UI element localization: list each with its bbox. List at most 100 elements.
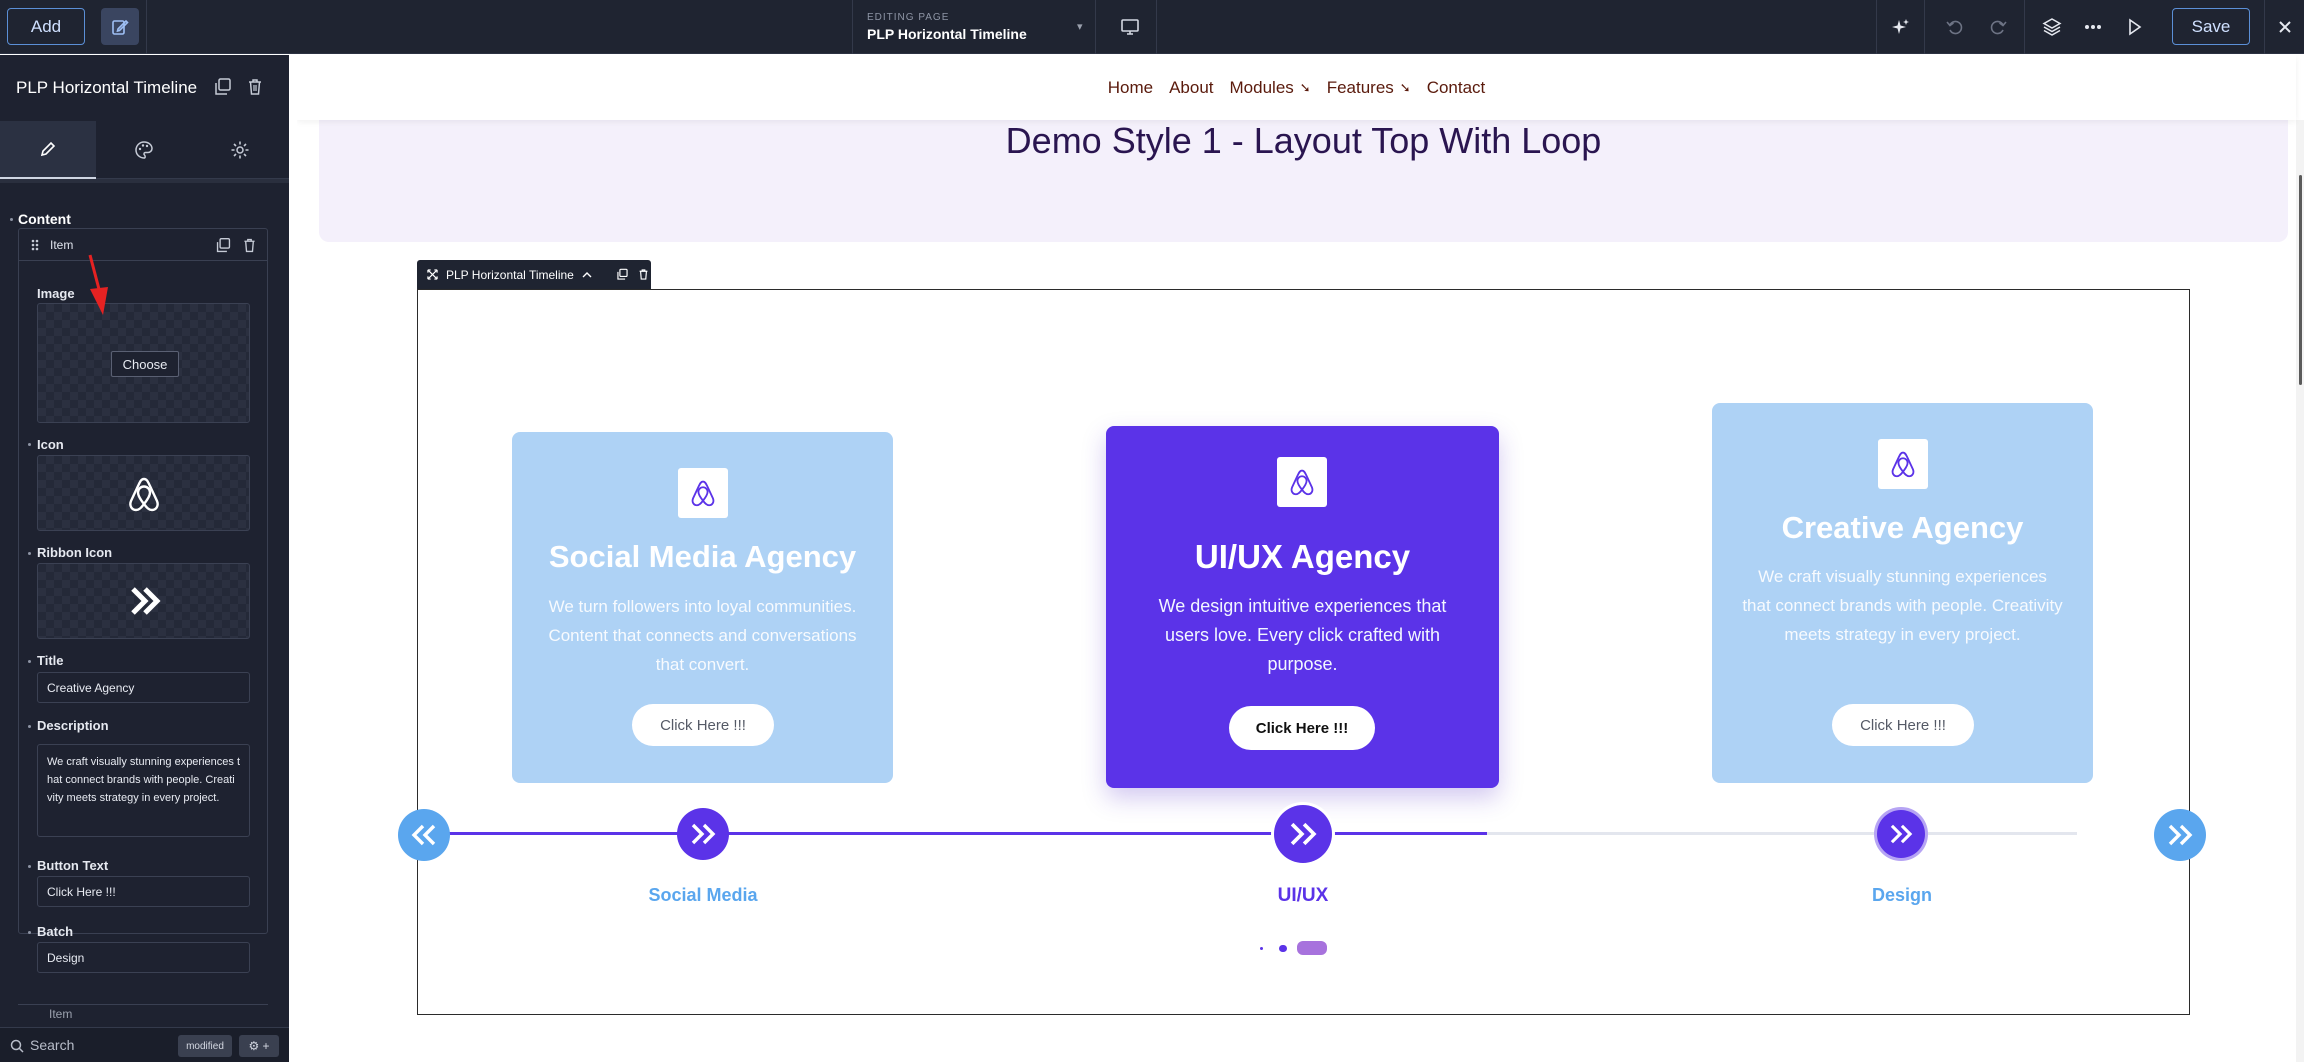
nav-home[interactable]: Home — [1108, 78, 1153, 98]
properties-panel: PLP Horizontal Timeline Content Item Ima… — [0, 55, 289, 1062]
nav-about[interactable]: About — [1169, 78, 1213, 98]
toolbar-divider — [1876, 0, 1877, 54]
card-icon-box — [678, 468, 728, 518]
pager-dot[interactable] — [1279, 945, 1287, 952]
save-button[interactable]: Save — [2172, 8, 2250, 45]
top-toolbar: Add EDITING PAGE PLP Horizontal Timeline… — [0, 0, 2304, 54]
nav-features[interactable]: Features ➘ — [1327, 78, 1411, 98]
duplicate-icon[interactable] — [616, 268, 629, 281]
button-text-field-label: Button Text — [37, 858, 109, 873]
nav-label: Contact — [1426, 77, 1486, 97]
nav-modules[interactable]: Modules ➘ — [1230, 78, 1311, 98]
card-description: We design intuitive experiences that use… — [1158, 596, 1447, 674]
desktop-icon[interactable] — [1117, 14, 1143, 40]
card-description: We turn followers into loyal communities… — [548, 597, 857, 674]
double-chevron-right-icon — [1890, 824, 1913, 844]
editing-caption: EDITING PAGE — [867, 12, 950, 23]
pager-dot-active[interactable] — [1297, 941, 1327, 955]
item-header[interactable]: Item — [19, 229, 267, 261]
modified-badge[interactable]: modified — [178, 1035, 232, 1057]
button-text-input[interactable]: Click Here !!! — [37, 876, 250, 907]
move-icon[interactable] — [427, 269, 438, 280]
nav-contact[interactable]: Contact — [1427, 78, 1486, 98]
icon-field-label: Icon — [37, 437, 64, 452]
content-section-label: Content — [18, 211, 71, 227]
choose-image-button[interactable]: Choose — [111, 351, 179, 377]
panel-footer: Search modified ⚙ + — [0, 1027, 289, 1062]
image-picker[interactable]: Choose — [37, 303, 250, 423]
image-field-label: Image — [37, 286, 75, 301]
edit-mode-button[interactable] — [101, 8, 139, 45]
chevron-down-icon[interactable]: ▾ — [1077, 20, 1083, 33]
batch-field-label: Batch — [37, 924, 74, 939]
canvas-scrollbar-thumb[interactable] — [2299, 175, 2302, 385]
airbnb-icon — [1290, 469, 1314, 496]
repeater-item-collapsed[interactable]: Item — [18, 1004, 268, 1028]
card-button[interactable]: Click Here !!! — [1832, 704, 1974, 746]
double-chevron-right-icon — [2168, 824, 2193, 846]
layers-icon[interactable] — [2039, 14, 2065, 40]
site-navigation: Home About Modules ➘ Features ➘ Contact — [297, 55, 2296, 120]
ribbon-icon-field-label: Ribbon Icon — [37, 545, 113, 560]
toolbar-divider — [146, 0, 147, 54]
description-field-label: Description — [37, 718, 109, 733]
card-title: Social Media Agency — [548, 539, 857, 574]
card-button[interactable]: Click Here !!! — [632, 704, 774, 746]
bullet — [28, 725, 31, 728]
editing-page-name: PLP Horizontal Timeline — [867, 26, 1027, 42]
timeline-next-button[interactable] — [2154, 809, 2206, 861]
divider — [0, 179, 289, 183]
toolbar-divider — [2264, 0, 2265, 54]
bullet — [28, 660, 31, 663]
timeline-card[interactable]: Social Media Agency We turn followers in… — [512, 432, 893, 783]
demo-heading-band: Demo Style 1 - Layout Top With Loop — [319, 120, 2288, 242]
card-icon-box — [1878, 439, 1928, 489]
duplicate-icon[interactable] — [215, 237, 232, 254]
add-button[interactable]: Add — [7, 8, 85, 45]
chevron-up-icon[interactable] — [582, 271, 592, 279]
undo-icon[interactable] — [1942, 14, 1968, 40]
ribbon-icon-picker[interactable] — [37, 563, 250, 639]
icon-picker[interactable] — [37, 455, 250, 531]
editing-page-selector[interactable]: EDITING PAGE PLP Horizontal Timeline — [867, 12, 1027, 42]
site-settings-badge[interactable]: ⚙ + — [239, 1035, 279, 1057]
widget-name: PLP Horizontal Timeline — [446, 267, 574, 282]
trash-icon[interactable] — [637, 268, 650, 281]
bullet — [28, 865, 31, 868]
submenu-arrow-icon: ➘ — [1399, 79, 1411, 95]
search-label[interactable]: Search — [30, 1037, 74, 1053]
item-label: Item — [50, 238, 74, 252]
demo-title: Demo Style 1 - Layout Top With Loop — [1005, 120, 1602, 161]
card-title: UI/UX Agency — [1194, 538, 1411, 575]
ai-sparkle-icon[interactable] — [1888, 14, 1914, 40]
description-textarea[interactable]: We craft visually stunning experiences t… — [37, 744, 250, 837]
timeline-card[interactable]: Creative Agency We craft visually stunni… — [1712, 403, 2093, 783]
toolbar-divider — [852, 0, 853, 54]
double-chevron-right-icon — [131, 587, 161, 615]
title-input[interactable]: Creative Agency — [37, 672, 250, 703]
double-chevron-left-icon — [411, 824, 436, 846]
card-button[interactable]: Click Here !!! — [1229, 706, 1375, 750]
close-icon[interactable] — [2272, 14, 2298, 40]
timeline-point-active[interactable] — [1274, 805, 1332, 863]
airbnb-icon — [691, 480, 715, 507]
pager-dot[interactable] — [1260, 947, 1263, 950]
batch-input[interactable]: Design — [37, 942, 250, 973]
timeline-point[interactable] — [1877, 810, 1925, 858]
timeline-prev-button[interactable] — [398, 809, 450, 861]
bullet — [10, 218, 13, 221]
play-icon[interactable] — [2121, 14, 2147, 40]
airbnb-icon — [129, 477, 159, 512]
preview-canvas: Home About Modules ➘ Features ➘ Contact De… — [297, 55, 2304, 1062]
edit-icon — [112, 19, 129, 35]
toolbar-divider — [1156, 0, 1157, 54]
drag-handle-icon[interactable] — [30, 238, 40, 252]
timeline-card-active[interactable]: UI/UX Agency We design intuitive experie… — [1106, 426, 1499, 788]
more-icon[interactable] — [2080, 14, 2106, 40]
search-icon[interactable] — [10, 1039, 24, 1053]
redo-icon[interactable] — [1985, 14, 2011, 40]
nav-label: About — [1169, 77, 1214, 97]
widget-handle[interactable]: PLP Horizontal Timeline — [417, 260, 651, 289]
trash-icon[interactable] — [241, 237, 258, 254]
timeline-point[interactable] — [677, 808, 729, 860]
